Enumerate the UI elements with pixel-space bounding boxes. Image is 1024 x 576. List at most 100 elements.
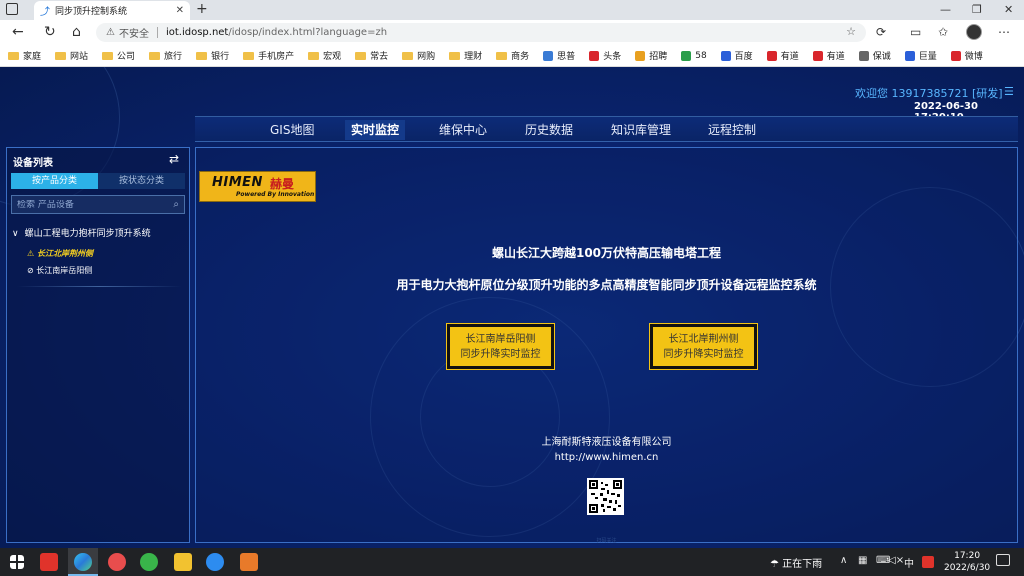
nav-maintenance-center[interactable]: 维保中心	[433, 120, 493, 140]
favorite-star-icon[interactable]: ☆	[846, 25, 856, 38]
nav-realtime-monitor[interactable]: 实时监控	[345, 120, 406, 140]
tab-title: 同步顶升控制系统	[55, 7, 128, 17]
bookmark-item[interactable]: 58	[681, 50, 707, 61]
folder-icon	[402, 51, 414, 60]
site-icon	[681, 50, 692, 61]
bookmark-item[interactable]: 商务	[496, 49, 529, 62]
wechat-icon[interactable]	[140, 553, 158, 571]
qr-code	[587, 478, 624, 515]
bookmark-item[interactable]: 招聘	[635, 49, 667, 62]
bookmark-item[interactable]: 头条	[589, 49, 621, 62]
bookmark-item[interactable]: 家庭	[8, 49, 41, 62]
insecure-label: 不安全	[118, 29, 149, 40]
bookmark-item[interactable]: 旅行	[149, 49, 182, 62]
tree-group[interactable]: ∨ 螺山工程电力抱杆同步顶升系统	[12, 226, 151, 239]
panel-title: 设备列表	[13, 158, 53, 169]
search-icon[interactable]: ⌕	[173, 199, 179, 210]
bookmark-item[interactable]: 有道	[812, 49, 845, 62]
south-bank-monitor-button[interactable]: 长江南岸岳阳侧 同步升降实时监控	[447, 324, 554, 369]
switch-arrows-icon[interactable]: ⇄	[169, 152, 179, 166]
himen-logo: HIMEN 赫曼 Powered By Innovation	[199, 171, 316, 202]
app-paint-icon[interactable]	[240, 553, 258, 571]
folder-icon	[308, 51, 320, 60]
weather-widget[interactable]: ☂ 正在下雨	[770, 555, 822, 570]
close-tab-icon[interactable]: ✕	[176, 5, 184, 16]
tab-by-status[interactable]: 按状态分类	[98, 173, 185, 189]
app-red-icon[interactable]	[40, 553, 58, 571]
extensions-icon[interactable]: ⟳	[876, 25, 886, 39]
nav-knowledge-base[interactable]: 知识库管理	[605, 120, 677, 140]
favorites-icon[interactable]: ✩	[938, 25, 948, 39]
bookmark-item[interactable]: 宏观	[308, 49, 341, 62]
folder-icon	[102, 51, 114, 60]
bookmark-item[interactable]: 有道	[766, 49, 799, 62]
folder-icon	[8, 51, 19, 60]
bookmark-item[interactable]: 思普	[543, 49, 575, 62]
menu-list-icon[interactable]: ☰	[1004, 85, 1014, 98]
bookmark-item[interactable]: 保诚	[858, 49, 891, 62]
system-clock[interactable]: 17:20 2022/6/30	[944, 550, 990, 574]
search-app-icon[interactable]	[206, 553, 224, 571]
notification-icon[interactable]	[996, 554, 1010, 566]
file-explorer-icon[interactable]	[174, 553, 192, 571]
rain-cloud-icon: ☂	[770, 559, 783, 570]
site-icon	[766, 50, 777, 61]
bookmark-item[interactable]: 公司	[102, 49, 135, 62]
home-icon[interactable]: ⌂	[72, 24, 81, 40]
bookmark-item[interactable]: 银行	[196, 49, 229, 62]
tray-app-icon[interactable]: ▦	[858, 555, 867, 566]
profile-avatar[interactable]	[966, 24, 982, 40]
site-icon	[812, 50, 823, 61]
collections-icon[interactable]: ▭	[910, 25, 921, 39]
tray-chevron-up-icon[interactable]: ∧	[840, 555, 847, 566]
warning-icon: ⚠	[106, 27, 115, 38]
close-window-icon[interactable]: ✕	[1004, 3, 1013, 16]
bookmark-item[interactable]: 常去	[355, 49, 388, 62]
bookmarks-bar: 家庭 网站 公司 旅行 银行 手机房产 宏观 常去 网购 理财 商务 思普 头条…	[0, 45, 1024, 67]
app-tray-icon[interactable]	[922, 556, 934, 568]
company-name: 上海耐斯特液压设备有限公司	[541, 437, 672, 448]
bookmark-item[interactable]: 微博	[950, 49, 983, 62]
tab-actions-icon[interactable]	[6, 3, 18, 15]
bookmark-item[interactable]: 手机房产	[243, 49, 294, 62]
company-website[interactable]: http://www.himen.cn	[196, 452, 1017, 463]
site-icon	[858, 50, 869, 61]
site-icon	[635, 50, 646, 61]
bookmark-item[interactable]: 巨量	[904, 49, 937, 62]
tab-by-product[interactable]: 按产品分类	[11, 173, 98, 189]
divider	[17, 286, 182, 287]
app-game-icon[interactable]	[108, 553, 126, 571]
bookmark-item[interactable]: 理财	[449, 49, 482, 62]
device-search-input[interactable]	[17, 199, 174, 210]
bookmark-item[interactable]: 百度	[720, 49, 753, 62]
browser-tab-strip: ⤴ 同步顶升控制系统 ✕ + — ❐ ✕	[0, 0, 1024, 20]
ime-indicator[interactable]: 中	[904, 555, 914, 570]
logo-brand: HIMEN	[212, 175, 263, 190]
north-bank-monitor-button[interactable]: 长江北岸荆州侧 同步升降实时监控	[650, 324, 757, 369]
minimize-icon[interactable]: —	[940, 3, 951, 16]
tree-device-alert[interactable]: ⚠ 长江北岸荆州侧	[27, 248, 93, 259]
warning-icon: ⚠	[27, 249, 37, 258]
welcome-user[interactable]: 欢迎您 13917385721 [研发]	[855, 85, 1003, 101]
new-tab-icon[interactable]: +	[196, 1, 208, 17]
volume-icon[interactable]: ◁×	[888, 555, 904, 566]
main-content: HIMEN 赫曼 Powered By Innovation 螺山长江大跨越10…	[195, 147, 1018, 544]
bookmark-item[interactable]: 网购	[402, 49, 435, 62]
edge-browser-icon[interactable]	[74, 553, 92, 571]
folder-icon	[149, 51, 161, 60]
back-icon[interactable]: ←	[12, 24, 24, 40]
browser-tab[interactable]: ⤴ 同步顶升控制系统 ✕	[34, 1, 190, 20]
folder-icon	[243, 51, 255, 60]
chevron-down-icon: ∨	[12, 229, 19, 239]
bookmark-item[interactable]: 网站	[55, 49, 88, 62]
nav-gis-map[interactable]: GIS地图	[264, 120, 320, 140]
refresh-icon[interactable]: ↻	[44, 24, 56, 40]
site-icon	[720, 50, 731, 61]
nav-history-data[interactable]: 历史数据	[519, 120, 579, 140]
address-field[interactable]: ⚠ 不安全 iot.idosp.net/idosp/index.html?lan…	[96, 23, 866, 42]
tree-device-normal[interactable]: ⊘ 长江南岸岳阳侧	[27, 265, 92, 276]
windows-start-icon[interactable]	[10, 555, 24, 569]
restore-icon[interactable]: ❐	[972, 3, 982, 16]
nav-remote-control[interactable]: 远程控制	[702, 120, 762, 140]
more-menu-icon[interactable]: ⋯	[998, 25, 1010, 39]
